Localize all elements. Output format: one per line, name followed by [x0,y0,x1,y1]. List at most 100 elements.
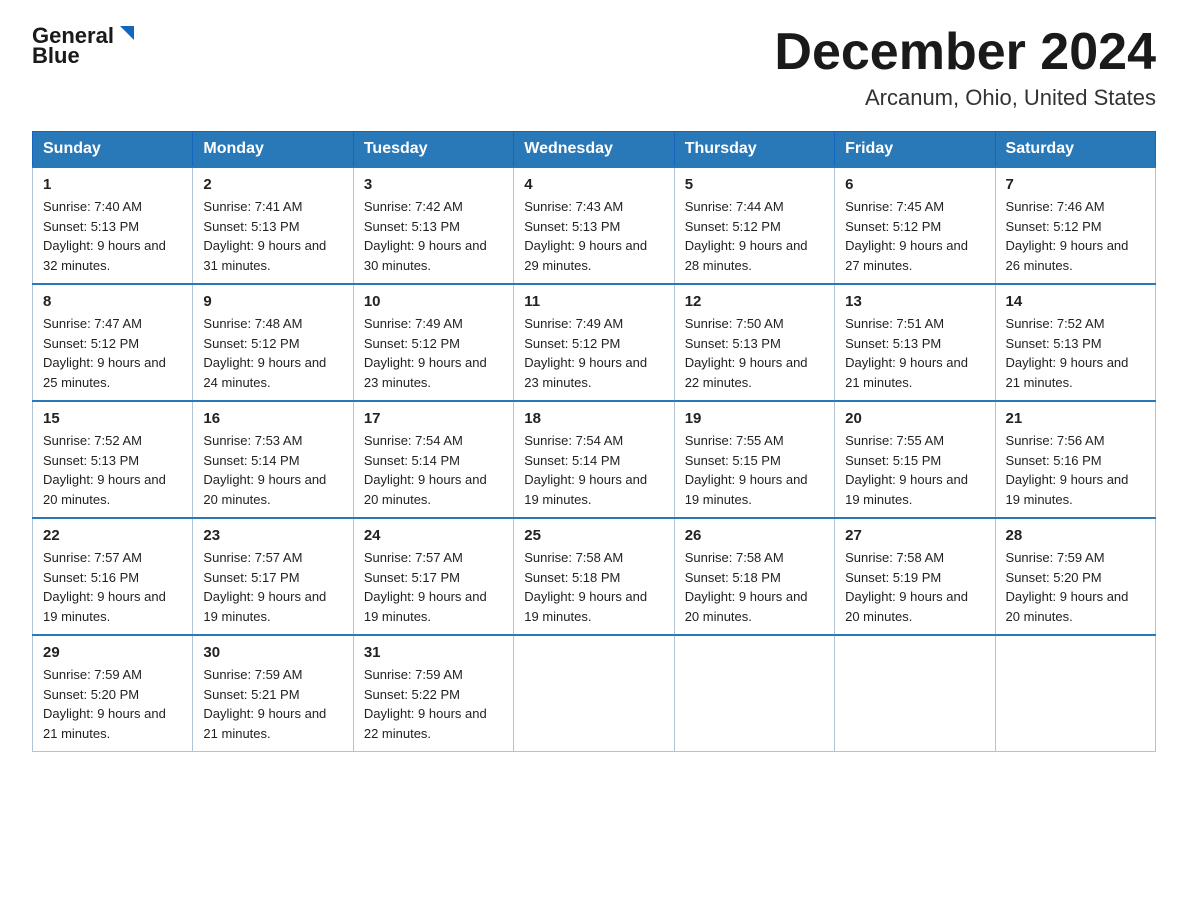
header-sunday: Sunday [33,132,193,168]
day-info: Sunrise: 7:58 AMSunset: 5:18 PMDaylight:… [685,548,824,626]
calendar-cell [995,635,1155,752]
calendar-cell: 10 Sunrise: 7:49 AMSunset: 5:12 PMDaylig… [353,284,513,401]
calendar-cell: 6 Sunrise: 7:45 AMSunset: 5:12 PMDayligh… [835,167,995,284]
week-row-2: 8 Sunrise: 7:47 AMSunset: 5:12 PMDayligh… [33,284,1156,401]
day-info: Sunrise: 7:52 AMSunset: 5:13 PMDaylight:… [1006,314,1145,392]
day-number: 12 [685,293,824,310]
calendar-cell: 17 Sunrise: 7:54 AMSunset: 5:14 PMDaylig… [353,401,513,518]
day-number: 17 [364,410,503,427]
day-info: Sunrise: 7:43 AMSunset: 5:13 PMDaylight:… [524,197,663,275]
day-info: Sunrise: 7:58 AMSunset: 5:19 PMDaylight:… [845,548,984,626]
calendar-cell [835,635,995,752]
day-info: Sunrise: 7:50 AMSunset: 5:13 PMDaylight:… [685,314,824,392]
day-number: 2 [203,176,342,193]
calendar-cell: 28 Sunrise: 7:59 AMSunset: 5:20 PMDaylig… [995,518,1155,635]
day-number: 23 [203,527,342,544]
week-row-3: 15 Sunrise: 7:52 AMSunset: 5:13 PMDaylig… [33,401,1156,518]
header-saturday: Saturday [995,132,1155,168]
calendar-cell [674,635,834,752]
day-number: 30 [203,644,342,661]
day-info: Sunrise: 7:55 AMSunset: 5:15 PMDaylight:… [845,431,984,509]
week-row-5: 29 Sunrise: 7:59 AMSunset: 5:20 PMDaylig… [33,635,1156,752]
header-row: SundayMondayTuesdayWednesdayThursdayFrid… [33,132,1156,168]
calendar-cell: 11 Sunrise: 7:49 AMSunset: 5:12 PMDaylig… [514,284,674,401]
calendar-cell: 21 Sunrise: 7:56 AMSunset: 5:16 PMDaylig… [995,401,1155,518]
day-number: 24 [364,527,503,544]
day-number: 16 [203,410,342,427]
logo-icon [116,22,138,44]
day-info: Sunrise: 7:55 AMSunset: 5:15 PMDaylight:… [685,431,824,509]
day-info: Sunrise: 7:54 AMSunset: 5:14 PMDaylight:… [364,431,503,509]
month-title: December 2024 [774,24,1156,81]
calendar-cell: 23 Sunrise: 7:57 AMSunset: 5:17 PMDaylig… [193,518,353,635]
day-info: Sunrise: 7:52 AMSunset: 5:13 PMDaylight:… [43,431,182,509]
day-number: 6 [845,176,984,193]
calendar-cell: 2 Sunrise: 7:41 AMSunset: 5:13 PMDayligh… [193,167,353,284]
calendar-cell: 25 Sunrise: 7:58 AMSunset: 5:18 PMDaylig… [514,518,674,635]
day-info: Sunrise: 7:47 AMSunset: 5:12 PMDaylight:… [43,314,182,392]
calendar-cell: 1 Sunrise: 7:40 AMSunset: 5:13 PMDayligh… [33,167,193,284]
header-thursday: Thursday [674,132,834,168]
calendar-cell: 15 Sunrise: 7:52 AMSunset: 5:13 PMDaylig… [33,401,193,518]
calendar-cell: 4 Sunrise: 7:43 AMSunset: 5:13 PMDayligh… [514,167,674,284]
day-number: 22 [43,527,182,544]
calendar-cell: 27 Sunrise: 7:58 AMSunset: 5:19 PMDaylig… [835,518,995,635]
day-info: Sunrise: 7:59 AMSunset: 5:22 PMDaylight:… [364,665,503,743]
day-info: Sunrise: 7:59 AMSunset: 5:21 PMDaylight:… [203,665,342,743]
day-info: Sunrise: 7:42 AMSunset: 5:13 PMDaylight:… [364,197,503,275]
calendar-cell: 22 Sunrise: 7:57 AMSunset: 5:16 PMDaylig… [33,518,193,635]
day-number: 29 [43,644,182,661]
day-number: 14 [1006,293,1145,310]
day-number: 19 [685,410,824,427]
day-info: Sunrise: 7:46 AMSunset: 5:12 PMDaylight:… [1006,197,1145,275]
day-info: Sunrise: 7:56 AMSunset: 5:16 PMDaylight:… [1006,431,1145,509]
calendar-cell: 5 Sunrise: 7:44 AMSunset: 5:12 PMDayligh… [674,167,834,284]
header-monday: Monday [193,132,353,168]
day-number: 9 [203,293,342,310]
day-number: 31 [364,644,503,661]
calendar-cell: 8 Sunrise: 7:47 AMSunset: 5:12 PMDayligh… [33,284,193,401]
day-number: 25 [524,527,663,544]
day-info: Sunrise: 7:49 AMSunset: 5:12 PMDaylight:… [364,314,503,392]
day-info: Sunrise: 7:57 AMSunset: 5:16 PMDaylight:… [43,548,182,626]
day-number: 1 [43,176,182,193]
day-number: 3 [364,176,503,193]
logo-blue: Blue [32,44,80,68]
day-info: Sunrise: 7:51 AMSunset: 5:13 PMDaylight:… [845,314,984,392]
day-number: 5 [685,176,824,193]
day-number: 7 [1006,176,1145,193]
calendar-cell: 20 Sunrise: 7:55 AMSunset: 5:15 PMDaylig… [835,401,995,518]
page-header: General Blue December 2024 Arcanum, Ohio… [32,24,1156,111]
title-area: December 2024 Arcanum, Ohio, United Stat… [774,24,1156,111]
day-info: Sunrise: 7:44 AMSunset: 5:12 PMDaylight:… [685,197,824,275]
week-row-4: 22 Sunrise: 7:57 AMSunset: 5:16 PMDaylig… [33,518,1156,635]
logo: General Blue [32,24,138,68]
day-number: 18 [524,410,663,427]
week-row-1: 1 Sunrise: 7:40 AMSunset: 5:13 PMDayligh… [33,167,1156,284]
calendar-cell: 30 Sunrise: 7:59 AMSunset: 5:21 PMDaylig… [193,635,353,752]
calendar-cell: 12 Sunrise: 7:50 AMSunset: 5:13 PMDaylig… [674,284,834,401]
day-info: Sunrise: 7:48 AMSunset: 5:12 PMDaylight:… [203,314,342,392]
calendar-cell: 31 Sunrise: 7:59 AMSunset: 5:22 PMDaylig… [353,635,513,752]
calendar-cell: 16 Sunrise: 7:53 AMSunset: 5:14 PMDaylig… [193,401,353,518]
day-info: Sunrise: 7:59 AMSunset: 5:20 PMDaylight:… [1006,548,1145,626]
header-wednesday: Wednesday [514,132,674,168]
calendar-cell: 24 Sunrise: 7:57 AMSunset: 5:17 PMDaylig… [353,518,513,635]
header-friday: Friday [835,132,995,168]
day-number: 13 [845,293,984,310]
calendar-cell: 13 Sunrise: 7:51 AMSunset: 5:13 PMDaylig… [835,284,995,401]
day-info: Sunrise: 7:54 AMSunset: 5:14 PMDaylight:… [524,431,663,509]
day-number: 20 [845,410,984,427]
day-info: Sunrise: 7:53 AMSunset: 5:14 PMDaylight:… [203,431,342,509]
day-number: 10 [364,293,503,310]
calendar-cell [514,635,674,752]
day-number: 26 [685,527,824,544]
calendar-cell: 19 Sunrise: 7:55 AMSunset: 5:15 PMDaylig… [674,401,834,518]
day-info: Sunrise: 7:41 AMSunset: 5:13 PMDaylight:… [203,197,342,275]
day-info: Sunrise: 7:58 AMSunset: 5:18 PMDaylight:… [524,548,663,626]
calendar-cell: 18 Sunrise: 7:54 AMSunset: 5:14 PMDaylig… [514,401,674,518]
day-number: 28 [1006,527,1145,544]
day-info: Sunrise: 7:40 AMSunset: 5:13 PMDaylight:… [43,197,182,275]
day-info: Sunrise: 7:57 AMSunset: 5:17 PMDaylight:… [203,548,342,626]
calendar-cell: 29 Sunrise: 7:59 AMSunset: 5:20 PMDaylig… [33,635,193,752]
